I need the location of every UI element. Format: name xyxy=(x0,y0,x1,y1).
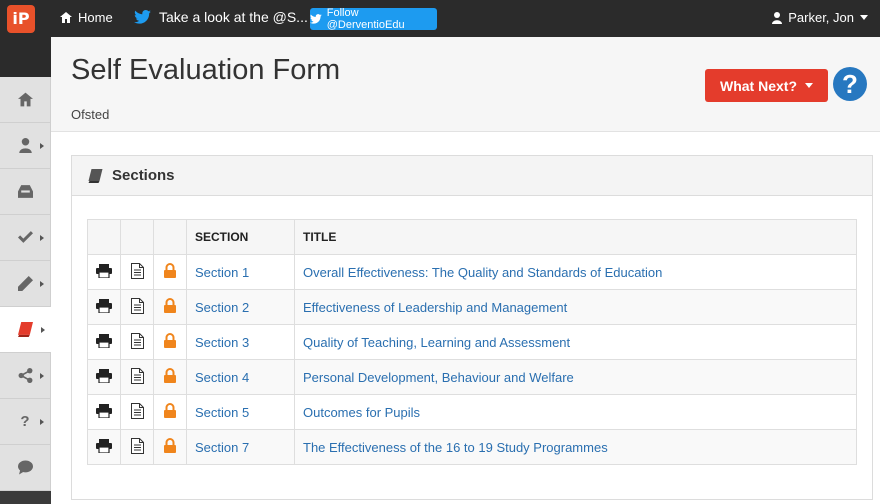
table-row: Section 5 Outcomes for Pupils xyxy=(87,394,857,430)
table-row: Section 7 The Effectiveness of the 16 to… xyxy=(87,429,857,465)
home-icon xyxy=(17,92,33,107)
home-link[interactable]: Home xyxy=(60,10,113,25)
book-icon xyxy=(18,322,33,337)
chevron-down-icon xyxy=(805,83,813,88)
lock-icon[interactable] xyxy=(164,438,176,453)
sidebar: ? xyxy=(0,37,51,504)
print-icon[interactable] xyxy=(96,438,112,454)
table-row: Section 3 Quality of Teaching, Learning … xyxy=(87,324,857,360)
user-menu[interactable]: Parker, Jon xyxy=(772,10,868,25)
print-icon[interactable] xyxy=(96,298,112,314)
page-header: Self Evaluation Form Ofsted What Next? ? xyxy=(51,37,880,132)
user-name: Parker, Jon xyxy=(788,10,854,25)
title-link[interactable]: Personal Development, Behaviour and Welf… xyxy=(303,370,574,385)
tweet-text: Take a look at the @S... xyxy=(159,9,308,25)
lock-icon[interactable] xyxy=(164,298,176,313)
pen-icon xyxy=(17,276,33,291)
follow-button[interactable]: Follow @DerventioEdu xyxy=(310,7,437,31)
document-icon[interactable] xyxy=(130,332,144,349)
title-link[interactable]: The Effectiveness of the 16 to 19 Study … xyxy=(303,440,608,455)
lock-icon[interactable] xyxy=(164,368,176,383)
document-icon[interactable] xyxy=(130,262,144,279)
check-icon xyxy=(17,231,33,243)
sidebar-item-help[interactable]: ? xyxy=(0,399,51,445)
column-header-document xyxy=(120,219,154,255)
chevron-right-icon xyxy=(40,281,44,287)
help-button[interactable]: ? xyxy=(833,67,867,101)
print-icon[interactable] xyxy=(96,263,112,279)
page-subtitle: Ofsted xyxy=(71,107,110,122)
panel-header: Sections xyxy=(72,156,872,196)
section-link[interactable]: Section 1 xyxy=(195,265,249,280)
app-logo[interactable]: iP xyxy=(7,5,35,33)
sections-table: SECTION TITLE Section 1 Overall Effectiv… xyxy=(87,219,857,465)
chevron-down-icon xyxy=(860,15,868,20)
tweet-link[interactable]: Take a look at the @S... xyxy=(134,9,308,25)
section-link[interactable]: Section 4 xyxy=(195,370,249,385)
column-header-title: TITLE xyxy=(294,219,857,255)
page-title: Self Evaluation Form xyxy=(71,54,341,86)
comment-icon xyxy=(17,460,33,475)
sidebar-item-share[interactable] xyxy=(0,353,51,399)
title-link[interactable]: Quality of Teaching, Learning and Assess… xyxy=(303,335,570,350)
twitter-icon xyxy=(134,10,151,24)
panel-title: Sections xyxy=(112,167,175,184)
sections-panel: Sections SECTION TITLE Section 1 Overall… xyxy=(71,155,873,500)
column-header-lock xyxy=(153,219,187,255)
title-link[interactable]: Effectiveness of Leadership and Manageme… xyxy=(303,300,567,315)
sidebar-item-inbox[interactable] xyxy=(0,169,51,215)
sidebar-item-chat[interactable] xyxy=(0,445,51,491)
table-row: Section 2 Effectiveness of Leadership an… xyxy=(87,289,857,325)
document-icon[interactable] xyxy=(130,402,144,419)
print-icon[interactable] xyxy=(96,333,112,349)
section-link[interactable]: Section 3 xyxy=(195,335,249,350)
column-header-section: SECTION xyxy=(186,219,295,255)
chevron-right-icon xyxy=(40,235,44,241)
section-link[interactable]: Section 7 xyxy=(195,440,249,455)
sidebar-item-edit[interactable] xyxy=(0,261,51,307)
table-row: Section 4 Personal Development, Behaviou… xyxy=(87,359,857,395)
home-label: Home xyxy=(78,10,113,25)
lock-icon[interactable] xyxy=(164,403,176,418)
title-link[interactable]: Overall Effectiveness: The Quality and S… xyxy=(303,265,662,280)
document-icon[interactable] xyxy=(130,297,144,314)
column-header-print xyxy=(87,219,121,255)
user-icon xyxy=(18,138,32,153)
user-icon xyxy=(772,11,783,24)
sidebar-item-users[interactable] xyxy=(0,123,51,169)
lock-icon[interactable] xyxy=(164,333,176,348)
chevron-right-icon xyxy=(41,327,45,333)
follow-label: Follow @DerventioEdu xyxy=(326,7,405,31)
title-link[interactable]: Outcomes for Pupils xyxy=(303,405,420,420)
chevron-right-icon xyxy=(40,373,44,379)
top-bar: iP Home Take a look at the @S... Follow … xyxy=(0,0,880,37)
table-header-row: SECTION TITLE xyxy=(87,219,857,255)
what-next-label: What Next? xyxy=(720,77,797,94)
book-icon xyxy=(88,168,103,183)
question-icon: ? xyxy=(20,413,30,430)
home-icon xyxy=(60,12,72,23)
chevron-right-icon xyxy=(40,143,44,149)
table-row: Section 1 Overall Effectiveness: The Qua… xyxy=(87,254,857,290)
section-link[interactable]: Section 5 xyxy=(195,405,249,420)
document-icon[interactable] xyxy=(130,367,144,384)
print-icon[interactable] xyxy=(96,403,112,419)
lock-icon[interactable] xyxy=(164,263,176,278)
sidebar-item-home[interactable] xyxy=(0,77,51,123)
inbox-icon xyxy=(17,185,33,198)
section-link[interactable]: Section 2 xyxy=(195,300,249,315)
document-icon[interactable] xyxy=(130,437,144,454)
share-icon xyxy=(18,368,32,383)
twitter-icon xyxy=(310,14,322,24)
chevron-right-icon xyxy=(40,419,44,425)
sidebar-item-books[interactable] xyxy=(0,307,51,353)
sidebar-item-tasks[interactable] xyxy=(0,215,51,261)
print-icon[interactable] xyxy=(96,368,112,384)
what-next-button[interactable]: What Next? xyxy=(705,69,828,102)
